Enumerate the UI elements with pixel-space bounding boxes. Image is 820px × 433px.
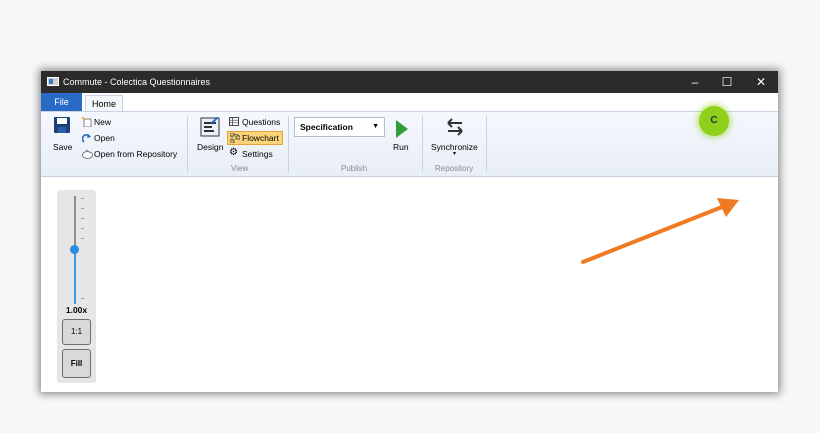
refresh-button[interactable]: C <box>699 106 729 136</box>
annotation-arrow <box>581 198 739 264</box>
refresh-icon: C <box>710 115 718 126</box>
